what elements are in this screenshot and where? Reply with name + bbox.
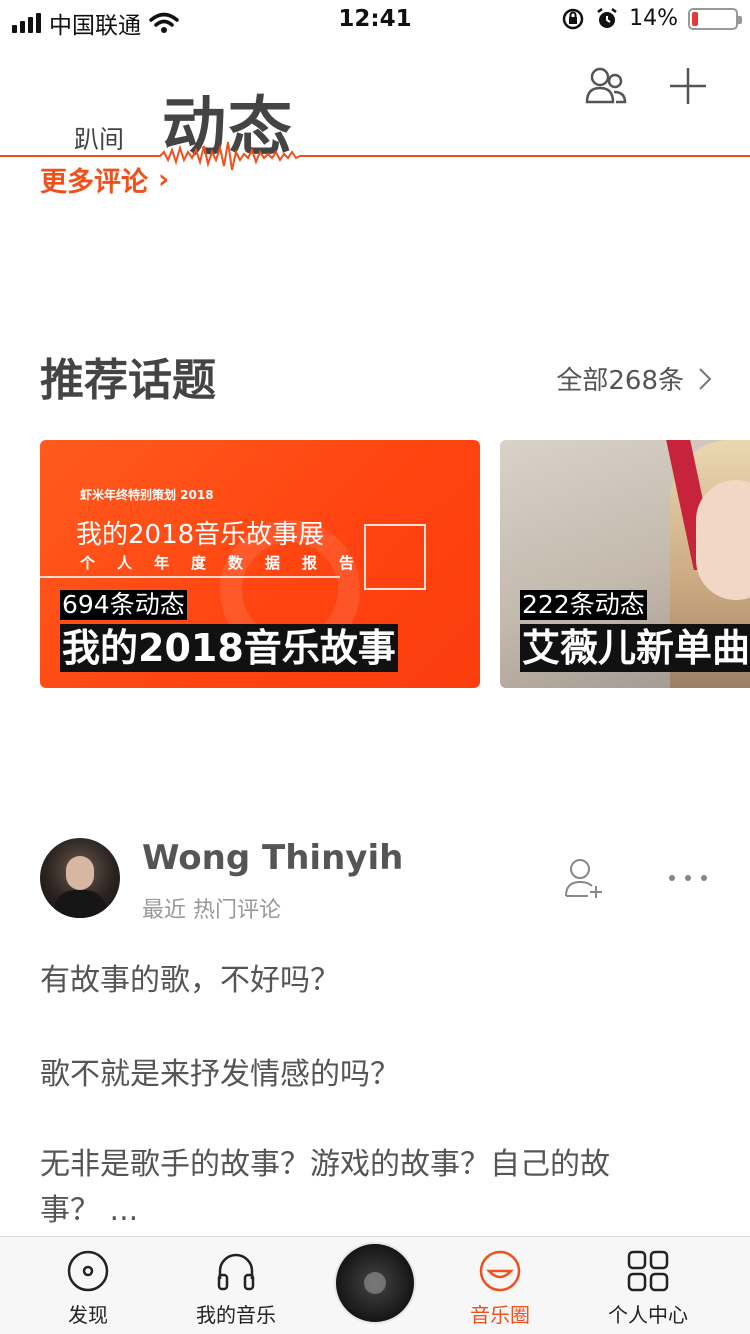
- more-comments-label: 更多评论: [40, 167, 148, 198]
- alarm-icon: [597, 7, 617, 28]
- portrait-face: [696, 480, 750, 600]
- status-right: 14%: [561, 6, 742, 31]
- post-text-line: 事？ ...: [40, 1193, 139, 1228]
- post-meta: 最近 热门评论: [142, 898, 281, 923]
- add-icon[interactable]: [666, 64, 710, 108]
- smile-icon: [479, 1250, 521, 1292]
- tab-music-circle[interactable]: 音乐圈: [440, 1237, 560, 1334]
- topic-title: 艾薇儿新单曲: [520, 624, 750, 672]
- now-playing-disc[interactable]: [334, 1242, 416, 1324]
- post-text-line: 无非是歌手的故事？游戏的故事？自己的故: [40, 1147, 610, 1182]
- card-art-divider: [40, 576, 340, 578]
- tab-label: 音乐圈: [470, 1303, 530, 1327]
- follow-user-icon[interactable]: [562, 856, 606, 900]
- battery-percent: 14%: [629, 6, 678, 31]
- more-comments-link[interactable]: 更多评论 ›: [40, 160, 169, 199]
- topic-cards: 虾米年终特别策划 2018 我的2018音乐故事展 个人年度数据报告 694条动…: [40, 440, 750, 688]
- card-art-subtitle: 个人年度数据报告: [80, 554, 377, 572]
- status-bar: 中国联通 12:41 14%: [0, 0, 750, 40]
- topics-section-title: 推荐话题: [40, 355, 216, 406]
- museum-stamp-logo: [364, 524, 426, 590]
- tab-my-music[interactable]: 我的音乐: [176, 1237, 296, 1334]
- avatar-face: [66, 856, 94, 890]
- topic-post-count: 222条动态: [520, 590, 647, 620]
- topic-post-count: 694条动态: [60, 590, 187, 620]
- topic-card[interactable]: 虾米年终特别策划 2018 我的2018音乐故事展 个人年度数据报告 694条动…: [40, 440, 480, 688]
- topics-view-all-label: 全部268条: [556, 366, 684, 396]
- avatar[interactable]: [40, 838, 120, 918]
- album-art-icon: [364, 1272, 386, 1294]
- tab-label: 我的音乐: [196, 1303, 276, 1327]
- card-art-top-text: 虾米年终特别策划 2018: [80, 488, 214, 502]
- chevron-right-icon: [699, 367, 712, 390]
- avatar-body: [54, 890, 106, 918]
- tab-label: 个人中心: [608, 1303, 688, 1327]
- battery-level: [692, 11, 698, 26]
- post-text-line: 有故事的歌，不好吗？: [40, 963, 340, 998]
- topic-card[interactable]: 222条动态 艾薇儿新单曲: [500, 440, 750, 688]
- grid-icon: [627, 1250, 669, 1292]
- post-username[interactable]: Wong Thinyih: [142, 838, 403, 878]
- topic-title: 我的2018音乐故事: [60, 624, 398, 672]
- tab-profile[interactable]: 个人中心: [588, 1237, 708, 1334]
- tab-discover[interactable]: 发现: [28, 1237, 148, 1334]
- disc-icon: [67, 1250, 109, 1292]
- more-options-icon[interactable]: [666, 864, 710, 892]
- chevron-right-icon: ›: [158, 164, 170, 195]
- card-art-title: 我的2018音乐故事展: [76, 520, 325, 550]
- battery-icon: [688, 7, 742, 30]
- header: 趴间 动态 更多评论 ›: [0, 40, 750, 198]
- rotation-lock-icon: [562, 8, 584, 29]
- friends-icon[interactable]: [584, 64, 628, 108]
- post-text-line: 歌不就是来抒发情感的吗？: [40, 1057, 400, 1092]
- headphones-icon: [217, 1253, 255, 1291]
- tab-label: 发现: [68, 1303, 108, 1327]
- topics-view-all[interactable]: 全部268条: [556, 360, 712, 397]
